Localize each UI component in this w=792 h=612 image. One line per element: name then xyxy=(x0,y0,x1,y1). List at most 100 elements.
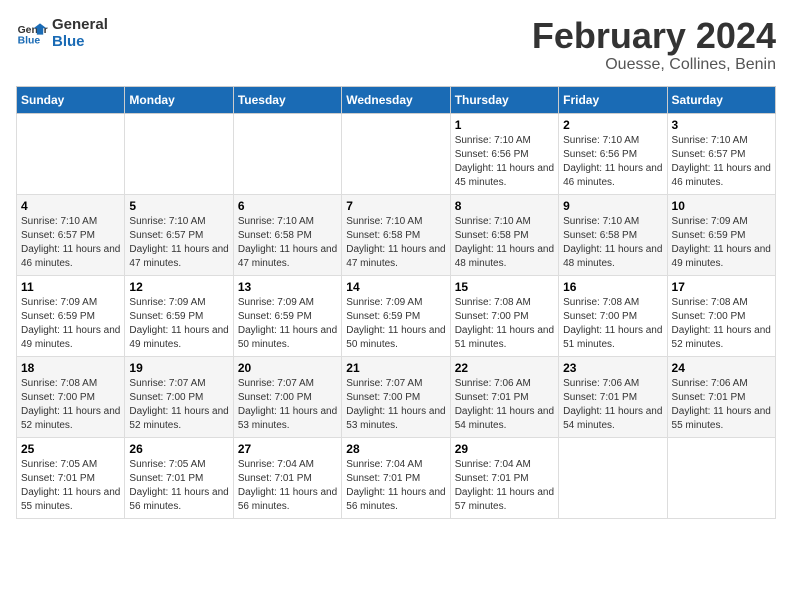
svg-text:Blue: Blue xyxy=(18,35,41,46)
day-number: 18 xyxy=(21,361,120,375)
day-number: 26 xyxy=(129,442,228,456)
calendar-cell: 4Sunrise: 7:10 AM Sunset: 6:57 PM Daylig… xyxy=(17,194,125,275)
calendar-cell xyxy=(233,113,341,194)
calendar-title: February 2024 xyxy=(532,16,776,56)
calendar-cell: 29 Sunrise: 7:04 AM Sunset: 7:01 PM Dayli… xyxy=(450,437,558,518)
day-info: Sunrise: 7:09 AM Sunset: 6:59 PM Dayligh… xyxy=(129,296,228,352)
day-info: Sunrise: 7:07 AM Sunset: 7:00 PM Dayligh… xyxy=(238,377,337,433)
calendar-cell xyxy=(125,113,233,194)
day-number: 22 xyxy=(455,361,554,375)
header-saturday: Saturday xyxy=(667,86,775,113)
day-info: Sunrise: 7:10 AM Sunset: 6:58 PM Dayligh… xyxy=(563,215,662,271)
day-number: 29 xyxy=(455,442,554,456)
day-info: Sunrise: 7:08 AM Sunset: 7:00 PM Dayligh… xyxy=(455,296,554,352)
logo: General Blue General Blue xyxy=(16,16,108,50)
day-number: 17 xyxy=(672,280,771,294)
logo-icon: General Blue xyxy=(16,17,48,49)
day-number: 10 xyxy=(672,199,771,213)
day-number: 2 xyxy=(563,118,662,132)
day-number: 3 xyxy=(672,118,771,132)
day-info: Sunrise: 7:07 AM Sunset: 7:00 PM Dayligh… xyxy=(129,377,228,433)
calendar-cell: 1 Sunrise: 7:10 AM Sunset: 6:56 PM Daylig… xyxy=(450,113,558,194)
day-info: Sunrise: 7:06 AM Sunset: 7:01 PM Dayligh… xyxy=(672,377,771,433)
day-number: 9 xyxy=(563,199,662,213)
calendar-cell: 9 Sunrise: 7:10 AM Sunset: 6:58 PM Daylig… xyxy=(559,194,667,275)
header-friday: Friday xyxy=(559,86,667,113)
day-info: Sunrise: 7:04 AM Sunset: 7:01 PM Dayligh… xyxy=(455,458,554,514)
day-info: Sunrise: 7:10 AM Sunset: 6:57 PM Dayligh… xyxy=(21,215,120,271)
header-sunday: Sunday xyxy=(17,86,125,113)
calendar-cell: 15 Sunrise: 7:08 AM Sunset: 7:00 PM Dayli… xyxy=(450,275,558,356)
day-info: Sunrise: 7:08 AM Sunset: 7:00 PM Dayligh… xyxy=(563,296,662,352)
day-info: Sunrise: 7:06 AM Sunset: 7:01 PM Dayligh… xyxy=(455,377,554,433)
header-row: SundayMondayTuesdayWednesdayThursdayFrid… xyxy=(17,86,776,113)
calendar-table: SundayMondayTuesdayWednesdayThursdayFrid… xyxy=(16,86,776,519)
day-info: Sunrise: 7:04 AM Sunset: 7:01 PM Dayligh… xyxy=(238,458,337,514)
day-info: Sunrise: 7:10 AM Sunset: 6:58 PM Dayligh… xyxy=(455,215,554,271)
day-number: 21 xyxy=(346,361,445,375)
day-info: Sunrise: 7:10 AM Sunset: 6:57 PM Dayligh… xyxy=(672,134,771,190)
calendar-cell: 19 Sunrise: 7:07 AM Sunset: 7:00 PM Dayli… xyxy=(125,356,233,437)
calendar-cell: 3 Sunrise: 7:10 AM Sunset: 6:57 PM Daylig… xyxy=(667,113,775,194)
day-number: 1 xyxy=(455,118,554,132)
day-info: Sunrise: 7:10 AM Sunset: 6:57 PM Dayligh… xyxy=(129,215,228,271)
day-number: 19 xyxy=(129,361,228,375)
day-number: 24 xyxy=(672,361,771,375)
week-row-5: 25 Sunrise: 7:05 AM Sunset: 7:01 PM Dayli… xyxy=(17,437,776,518)
calendar-cell: 22 Sunrise: 7:06 AM Sunset: 7:01 PM Dayli… xyxy=(450,356,558,437)
day-number: 27 xyxy=(238,442,337,456)
calendar-cell: 20Sunrise: 7:07 AM Sunset: 7:00 PM Dayli… xyxy=(233,356,341,437)
day-number: 28 xyxy=(346,442,445,456)
calendar-cell: 6Sunrise: 7:10 AM Sunset: 6:58 PM Daylig… xyxy=(233,194,341,275)
day-info: Sunrise: 7:10 AM Sunset: 6:56 PM Dayligh… xyxy=(563,134,662,190)
header-wednesday: Wednesday xyxy=(342,86,450,113)
day-info: Sunrise: 7:04 AM Sunset: 7:01 PM Dayligh… xyxy=(346,458,445,514)
day-info: Sunrise: 7:10 AM Sunset: 6:58 PM Dayligh… xyxy=(346,215,445,271)
title-section: February 2024 Ouesse, Collines, Benin xyxy=(532,16,776,74)
day-number: 5 xyxy=(129,199,228,213)
logo-blue: Blue xyxy=(52,33,108,50)
header-thursday: Thursday xyxy=(450,86,558,113)
calendar-cell: 28 Sunrise: 7:04 AM Sunset: 7:01 PM Dayli… xyxy=(342,437,450,518)
calendar-cell: 21 Sunrise: 7:07 AM Sunset: 7:00 PM Dayli… xyxy=(342,356,450,437)
week-row-4: 18 Sunrise: 7:08 AM Sunset: 7:00 PM Dayli… xyxy=(17,356,776,437)
calendar-cell: 26 Sunrise: 7:05 AM Sunset: 7:01 PM Dayli… xyxy=(125,437,233,518)
day-info: Sunrise: 7:05 AM Sunset: 7:01 PM Dayligh… xyxy=(21,458,120,514)
header-tuesday: Tuesday xyxy=(233,86,341,113)
calendar-cell xyxy=(17,113,125,194)
calendar-cell xyxy=(667,437,775,518)
calendar-cell: 13 Sunrise: 7:09 AM Sunset: 6:59 PM Dayli… xyxy=(233,275,341,356)
calendar-cell: 27 Sunrise: 7:04 AM Sunset: 7:01 PM Dayli… xyxy=(233,437,341,518)
day-info: Sunrise: 7:09 AM Sunset: 6:59 PM Dayligh… xyxy=(346,296,445,352)
day-info: Sunrise: 7:06 AM Sunset: 7:01 PM Dayligh… xyxy=(563,377,662,433)
calendar-cell: 17Sunrise: 7:08 AM Sunset: 7:00 PM Dayli… xyxy=(667,275,775,356)
day-number: 15 xyxy=(455,280,554,294)
week-row-2: 4Sunrise: 7:10 AM Sunset: 6:57 PM Daylig… xyxy=(17,194,776,275)
calendar-cell xyxy=(342,113,450,194)
calendar-cell: 25 Sunrise: 7:05 AM Sunset: 7:01 PM Dayli… xyxy=(17,437,125,518)
header-monday: Monday xyxy=(125,86,233,113)
week-row-1: 1 Sunrise: 7:10 AM Sunset: 6:56 PM Daylig… xyxy=(17,113,776,194)
calendar-cell: 7Sunrise: 7:10 AM Sunset: 6:58 PM Daylig… xyxy=(342,194,450,275)
day-info: Sunrise: 7:05 AM Sunset: 7:01 PM Dayligh… xyxy=(129,458,228,514)
day-info: Sunrise: 7:08 AM Sunset: 7:00 PM Dayligh… xyxy=(21,377,120,433)
day-info: Sunrise: 7:07 AM Sunset: 7:00 PM Dayligh… xyxy=(346,377,445,433)
calendar-cell: 24 Sunrise: 7:06 AM Sunset: 7:01 PM Dayli… xyxy=(667,356,775,437)
day-number: 23 xyxy=(563,361,662,375)
day-info: Sunrise: 7:09 AM Sunset: 6:59 PM Dayligh… xyxy=(238,296,337,352)
day-number: 13 xyxy=(238,280,337,294)
calendar-cell: 23 Sunrise: 7:06 AM Sunset: 7:01 PM Dayli… xyxy=(559,356,667,437)
day-number: 8 xyxy=(455,199,554,213)
calendar-cell: 5 Sunrise: 7:10 AM Sunset: 6:57 PM Daylig… xyxy=(125,194,233,275)
day-info: Sunrise: 7:09 AM Sunset: 6:59 PM Dayligh… xyxy=(672,215,771,271)
calendar-cell: 8 Sunrise: 7:10 AM Sunset: 6:58 PM Daylig… xyxy=(450,194,558,275)
day-number: 11 xyxy=(21,280,120,294)
calendar-cell: 18 Sunrise: 7:08 AM Sunset: 7:00 PM Dayli… xyxy=(17,356,125,437)
day-number: 14 xyxy=(346,280,445,294)
day-info: Sunrise: 7:10 AM Sunset: 6:56 PM Dayligh… xyxy=(455,134,554,190)
calendar-cell: 2 Sunrise: 7:10 AM Sunset: 6:56 PM Daylig… xyxy=(559,113,667,194)
day-number: 16 xyxy=(563,280,662,294)
calendar-cell: 14 Sunrise: 7:09 AM Sunset: 6:59 PM Dayli… xyxy=(342,275,450,356)
logo-general: General xyxy=(52,16,108,33)
day-number: 25 xyxy=(21,442,120,456)
